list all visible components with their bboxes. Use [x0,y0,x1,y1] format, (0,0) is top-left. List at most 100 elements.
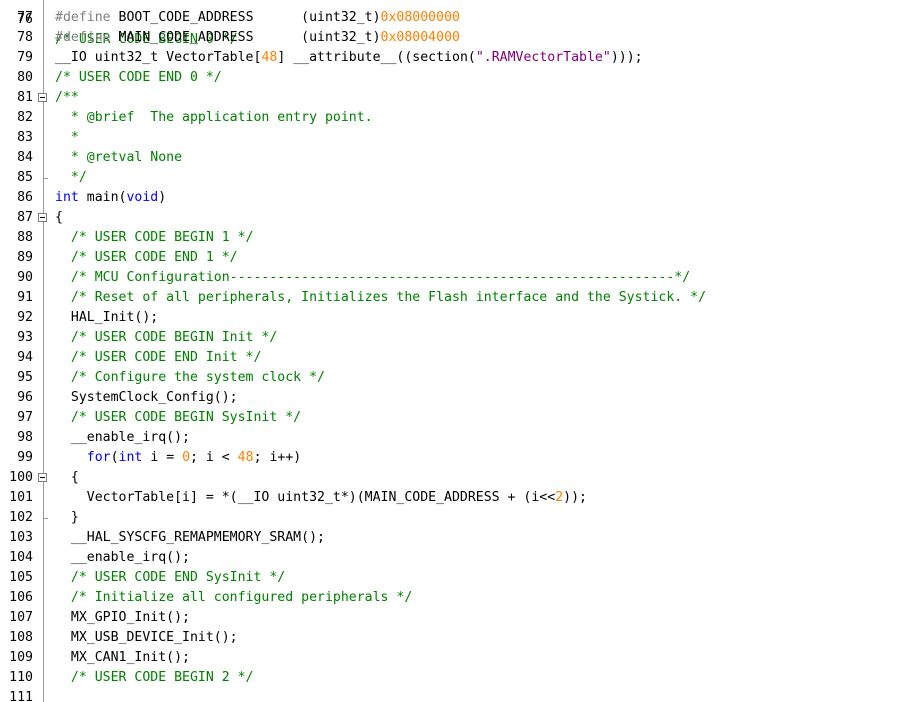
line-number: 77 [17,10,33,25]
code-token: /* USER CODE BEGIN 1 */ [55,230,254,245]
code-line[interactable]: 96 SystemClock_Config(); [0,388,899,408]
code-line[interactable]: 78 #define MAIN_CODE_ADDRESS (uint32_t)0x… [0,28,899,48]
code-token: int [55,190,79,205]
code-line[interactable]: 111 [0,688,899,702]
code-text[interactable]: __HAL_SYSCFG_REMAPMEMORY_SRAM(); [55,528,325,548]
code-line[interactable]: 105 /* USER CODE END SysInit */ [0,568,899,588]
code-line[interactable]: 94 /* USER CODE END Init */ [0,348,899,368]
code-text[interactable]: /* MCU Configuration--------------------… [55,268,690,288]
line-number: 92 [17,310,33,325]
line-number: 108 [9,630,33,645]
code-line[interactable]: 92 HAL_Init(); [0,308,899,328]
line-number: 83 [17,130,33,145]
fold-collapse-icon[interactable] [38,213,47,222]
code-line[interactable]: 95 /* Configure the system clock */ [0,368,899,388]
code-text[interactable]: __IO uint32_t VectorTable[48] __attribut… [55,48,643,68]
fold-collapse-icon[interactable] [38,93,47,102]
code-text[interactable]: MX_USB_DEVICE_Init(); [55,628,238,648]
code-token: * @brief The application entry point. [55,110,373,125]
code-token: ".RAMVectorTable" [475,50,611,65]
code-line[interactable]: 84 * @retval None [0,148,899,168]
code-line[interactable]: 77 #define BOOT_CODE_ADDRESS (uint32_t)0x… [0,8,899,28]
code-line[interactable]: 80 /* USER CODE END 0 */ [0,68,899,88]
code-token: ; i < [190,450,238,465]
code-token: #define [55,10,119,25]
code-line[interactable]: 102 } [0,508,899,528]
code-text[interactable]: * [55,128,79,148]
code-token: ( [110,450,119,465]
code-text[interactable]: __enable_irq(); [55,548,190,568]
code-text[interactable]: /* USER CODE END 0 */ [55,68,222,88]
fold-collapse-icon[interactable] [38,473,47,482]
code-text[interactable]: /* Reset of all peripherals, Initializes… [55,288,706,308]
code-text[interactable]: * @retval None [55,148,182,168]
code-line[interactable]: 104 __enable_irq(); [0,548,899,568]
line-number: 86 [17,190,33,205]
code-text[interactable]: MX_CAN1_Init(); [55,648,190,668]
code-text[interactable]: #define BOOT_CODE_ADDRESS (uint32_t)0x08… [55,8,460,28]
code-line[interactable]: 106 /* Initialize all configured periphe… [0,588,899,608]
code-token: ; i++) [253,450,302,465]
code-text[interactable]: #define MAIN_CODE_ADDRESS (uint32_t)0x08… [55,28,460,48]
code-line[interactable]: 88 /* USER CODE BEGIN 1 */ [0,228,899,248]
code-text[interactable]: /* USER CODE END Init */ [55,348,262,368]
code-text[interactable]: /* USER CODE BEGIN SysInit */ [55,408,301,428]
code-line[interactable]: 83 * [0,128,899,148]
line-number: 82 [17,110,33,125]
code-line[interactable]: 103 __HAL_SYSCFG_REMAPMEMORY_SRAM(); [0,528,899,548]
code-text[interactable]: SystemClock_Config(); [55,388,238,408]
code-text[interactable]: /* USER CODE END SysInit */ [55,568,285,588]
code-text[interactable]: { [55,208,63,228]
code-text[interactable]: /* Initialize all configured peripherals… [55,588,412,608]
code-token: /* USER CODE BEGIN 2 */ [55,670,254,685]
line-number: 80 [17,70,33,85]
line-number: 87 [17,210,33,225]
line-number: 104 [9,550,33,565]
code-line[interactable]: 99 for(int i = 0; i < 48; i++) [0,448,899,468]
code-text[interactable]: /* Configure the system clock */ [55,368,325,388]
code-text[interactable]: /* USER CODE END 1 */ [55,248,238,268]
code-line[interactable]: 89 /* USER CODE END 1 */ [0,248,899,268]
line-number: 99 [17,450,33,465]
code-line[interactable]: 79 __IO uint32_t VectorTable[48] __attrib… [0,48,899,68]
line-number: 90 [17,270,33,285]
code-text[interactable]: for(int i = 0; i < 48; i++) [55,448,301,468]
code-text[interactable]: HAL_Init(); [55,308,158,328]
line-number: 105 [9,570,33,585]
code-text[interactable]: } [55,508,79,528]
code-line[interactable]: 110 /* USER CODE BEGIN 2 */ [0,668,899,688]
code-text[interactable]: { [55,468,79,488]
code-line[interactable]: 87 { [0,208,899,228]
fold-end-marker [43,518,48,519]
code-line[interactable]: 86 int main(void) [0,188,899,208]
code-line[interactable]: 97 /* USER CODE BEGIN SysInit */ [0,408,899,428]
code-text[interactable]: /* USER CODE BEGIN 2 */ [55,668,254,688]
code-line[interactable]: 90 /* MCU Configuration-----------------… [0,268,899,288]
code-line[interactable]: 101 VectorTable[i] = *(__IO uint32_t*)(M… [0,488,899,508]
code-line[interactable]: 85 */ [0,168,899,188]
code-text[interactable]: int main(void) [55,188,166,208]
code-line[interactable]: 82 * @brief The application entry point. [0,108,899,128]
code-line[interactable]: 81 /** [0,88,899,108]
code-line[interactable]: 108 MX_USB_DEVICE_Init(); [0,628,899,648]
code-line[interactable]: 98 __enable_irq(); [0,428,899,448]
line-number: 91 [17,290,33,305]
code-text[interactable]: VectorTable[i] = *(__IO uint32_t*)(MAIN_… [55,488,587,508]
code-text[interactable]: /* USER CODE BEGIN 1 */ [55,228,254,248]
code-text[interactable]: /* USER CODE BEGIN Init */ [55,328,277,348]
code-token: /* USER CODE END 1 */ [55,250,238,265]
code-text[interactable]: __enable_irq(); [55,428,190,448]
code-line[interactable]: 93 /* USER CODE BEGIN Init */ [0,328,899,348]
code-line[interactable]: 91 /* Reset of all peripherals, Initiali… [0,288,899,308]
code-line[interactable]: 109 MX_CAN1_Init(); [0,648,899,668]
code-line[interactable]: 107 MX_GPIO_Init(); [0,608,899,628]
code-token: 2 [555,490,564,505]
code-text[interactable]: */ [55,168,87,188]
code-text[interactable]: MX_GPIO_Init(); [55,608,190,628]
source-code-editor[interactable]: 76 /* USER CODE BEGIN 0 */ 77 #define BOO… [0,0,899,702]
code-text[interactable]: /** [55,88,79,108]
line-number: 89 [17,250,33,265]
code-line[interactable]: 100 { [0,468,899,488]
code-text[interactable]: * @brief The application entry point. [55,108,373,128]
line-number: 110 [9,670,33,685]
